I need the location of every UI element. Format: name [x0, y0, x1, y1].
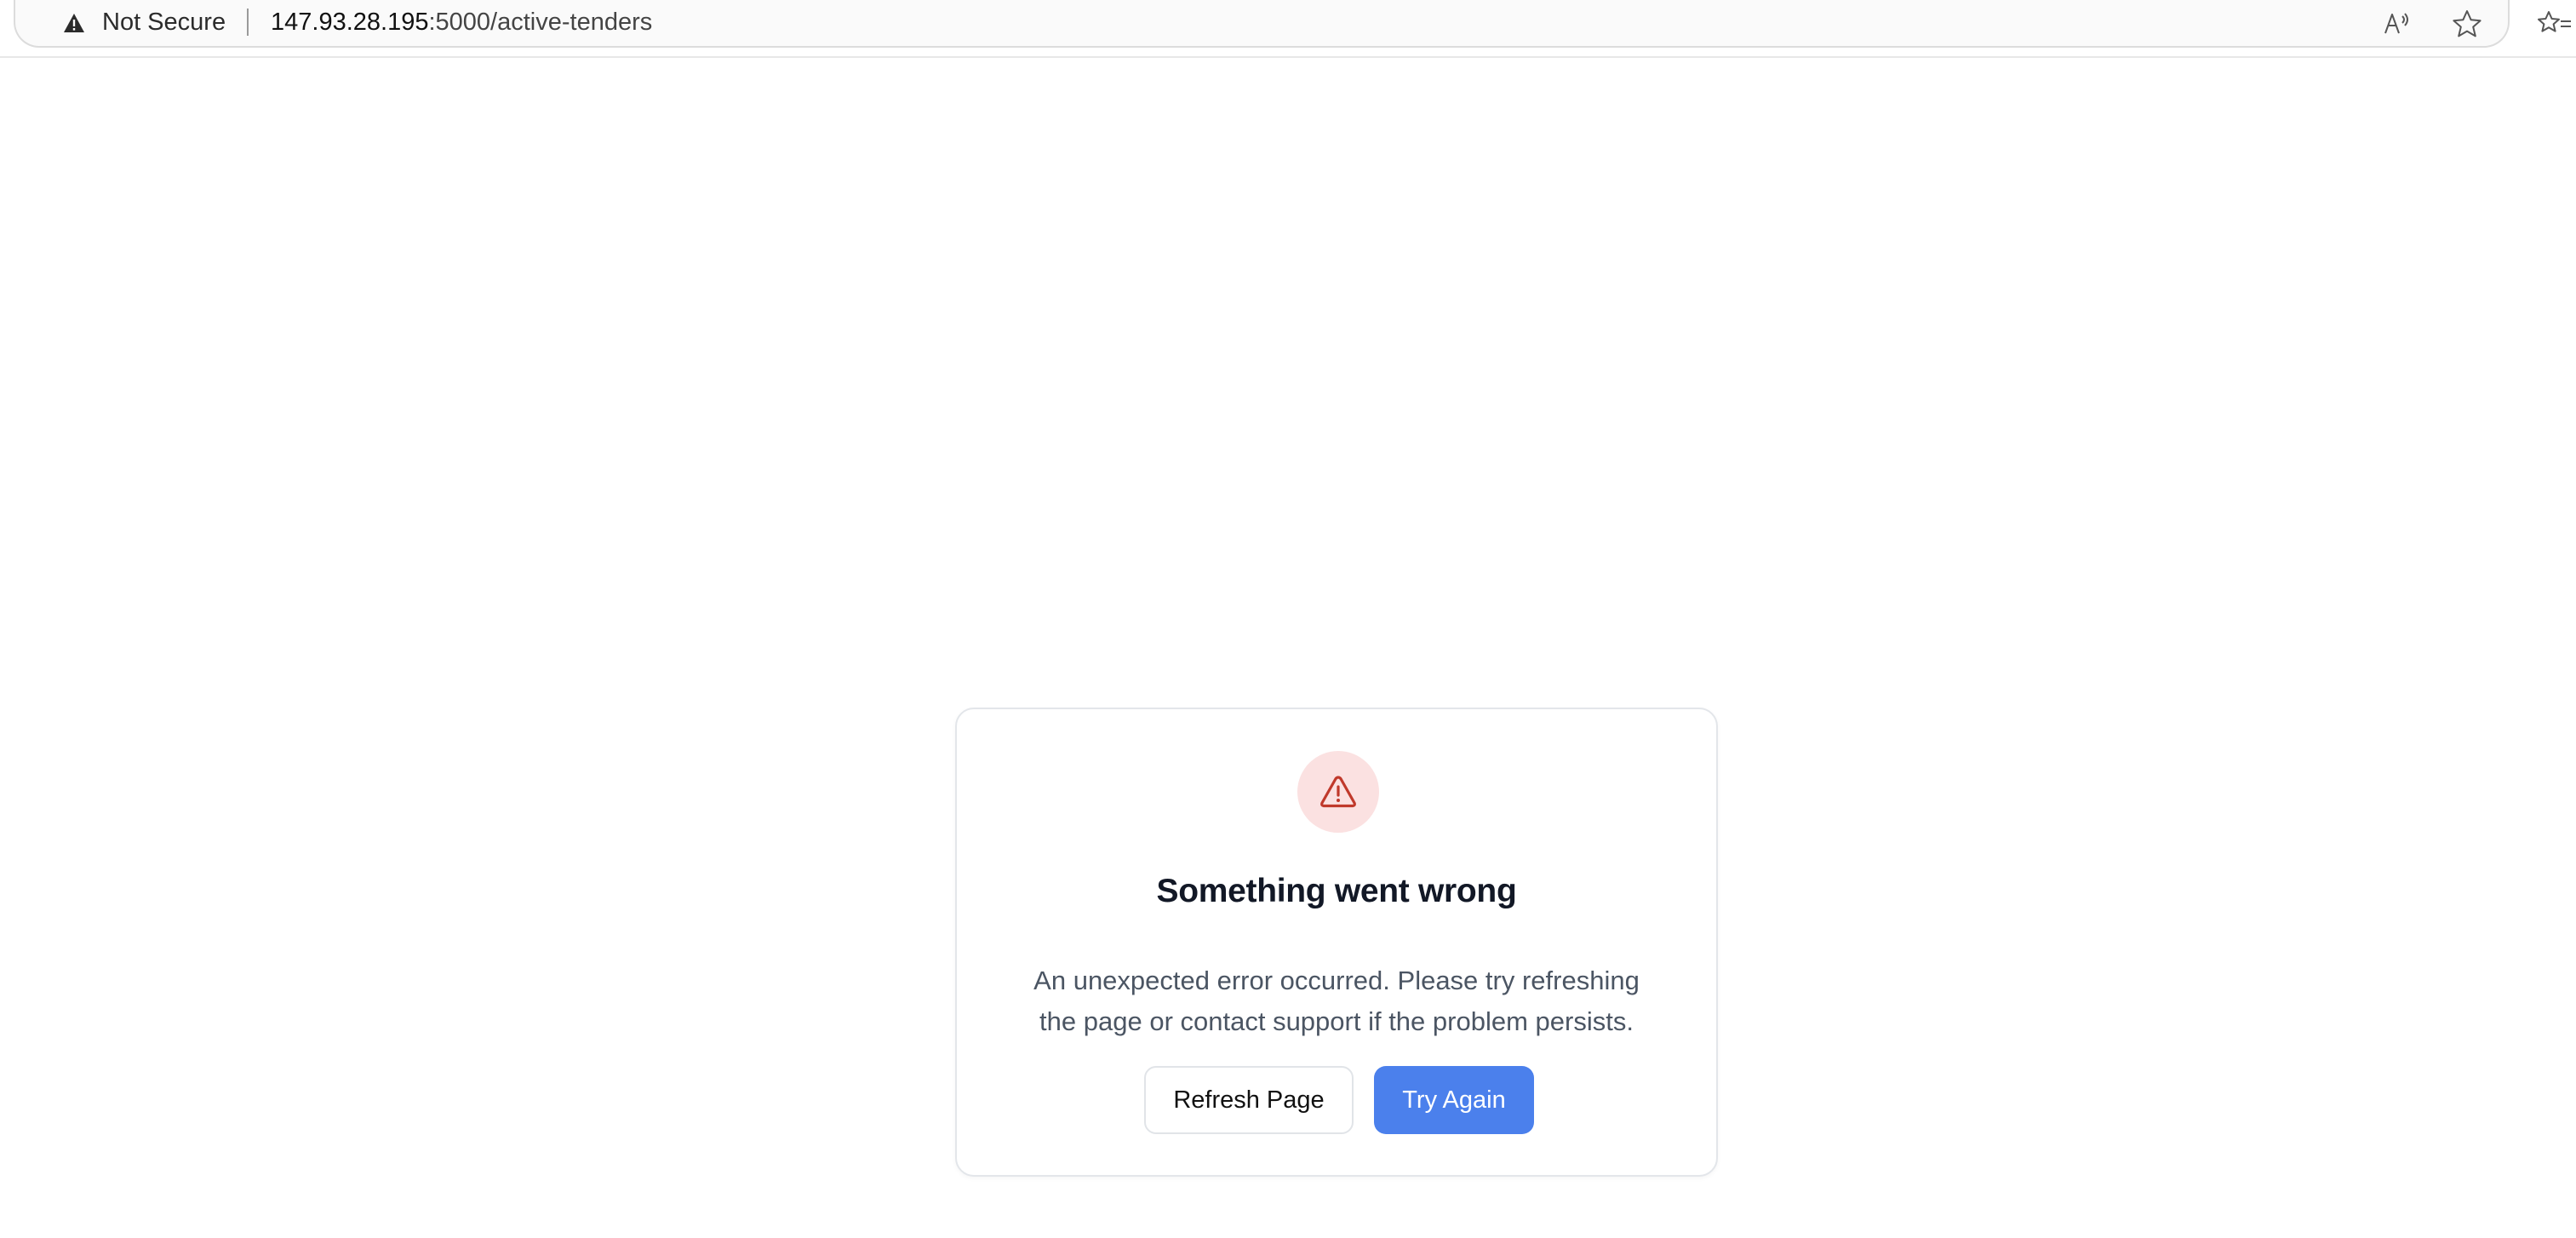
- url-text[interactable]: 147.93.28.195:5000/active-tenders: [271, 7, 652, 37]
- url-path: :5000/active-tenders: [428, 9, 653, 36]
- security-label[interactable]: Not Secure: [102, 7, 226, 37]
- error-card: Something went wrong An unexpected error…: [955, 708, 1718, 1177]
- try-again-button[interactable]: Try Again: [1374, 1066, 1534, 1134]
- address-divider: [247, 9, 249, 36]
- refresh-page-button[interactable]: Refresh Page: [1144, 1066, 1354, 1134]
- url-host: 147.93.28.195: [271, 9, 429, 36]
- error-title: Something went wrong: [1156, 873, 1517, 909]
- read-aloud-icon[interactable]: [2380, 7, 2414, 41]
- warning-icon[interactable]: [63, 13, 85, 33]
- warning-triangle-icon: [1320, 776, 1356, 808]
- error-message-line: the page or contact support if the probl…: [1039, 1006, 1634, 1036]
- error-icon-badge: [1297, 751, 1379, 833]
- error-message: An unexpected error occurred. Please try…: [991, 960, 1682, 1042]
- favorites-list-icon[interactable]: [2537, 7, 2571, 41]
- browser-toolbar: Not Secure 147.93.28.195:5000/active-ten…: [0, 0, 2576, 58]
- star-icon[interactable]: [2450, 7, 2484, 41]
- address-bar[interactable]: Not Secure 147.93.28.195:5000/active-ten…: [14, 0, 2510, 48]
- error-message-line: An unexpected error occurred. Please try…: [1033, 966, 1640, 995]
